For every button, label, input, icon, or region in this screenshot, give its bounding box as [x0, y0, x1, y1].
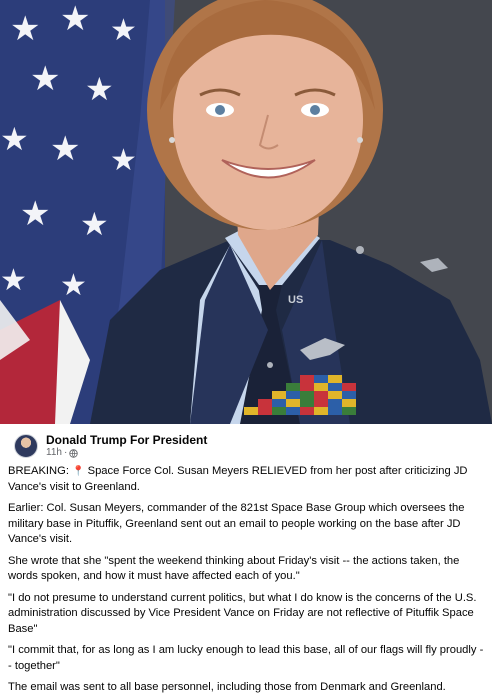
portrait-image: ★ ★ ★ ★ ★ ★ ★ ★ ★ ★ ★ ★ US: [0, 0, 492, 424]
globe-icon[interactable]: [69, 448, 78, 458]
post-paragraph-1: BREAKING: 📍 Space Force Col. Susan Meyer…: [8, 465, 468, 493]
svg-text:★: ★: [0, 120, 29, 158]
post-card: Donald Trump For President 11h · BREAKIN…: [0, 424, 492, 694]
post-paragraph-5: "I commit that, for as long as I am luck…: [8, 644, 484, 672]
post-paragraph-4: "I do not presume to understand current …: [8, 591, 477, 635]
pushpin-icon: 📍: [72, 466, 85, 477]
post-paragraph-6: The email was sent to all base personnel…: [8, 681, 446, 693]
svg-text:★: ★: [60, 0, 90, 39]
post-time-link[interactable]: 11h: [46, 447, 62, 459]
uniform-insignia: US: [288, 294, 303, 306]
svg-text:★: ★: [85, 70, 114, 108]
svg-text:★: ★: [10, 9, 40, 49]
meta-separator: ·: [63, 447, 68, 458]
post-paragraph-3: She wrote that she "spent the weekend th…: [8, 554, 460, 583]
svg-text:★: ★: [60, 268, 87, 303]
svg-text:★: ★: [110, 13, 137, 48]
svg-text:★: ★: [30, 59, 60, 99]
post-photo[interactable]: ★ ★ ★ ★ ★ ★ ★ ★ ★ ★ ★ ★ US: [0, 0, 492, 424]
post-paragraph-2: Earlier: Col. Susan Meyers, commander of…: [8, 502, 465, 545]
svg-text:★: ★: [0, 263, 27, 298]
post-meta: 11h ·: [46, 447, 207, 459]
svg-text:★: ★: [80, 205, 109, 243]
svg-text:★: ★: [20, 194, 50, 234]
avatar[interactable]: [14, 434, 38, 458]
page-name-link[interactable]: Donald Trump For President: [46, 433, 207, 447]
svg-text:★: ★: [50, 129, 80, 169]
svg-text:★: ★: [110, 143, 137, 178]
post-body: BREAKING: 📍 Space Force Col. Susan Meyer…: [8, 460, 484, 694]
post-header: Donald Trump For President 11h ·: [8, 432, 484, 460]
